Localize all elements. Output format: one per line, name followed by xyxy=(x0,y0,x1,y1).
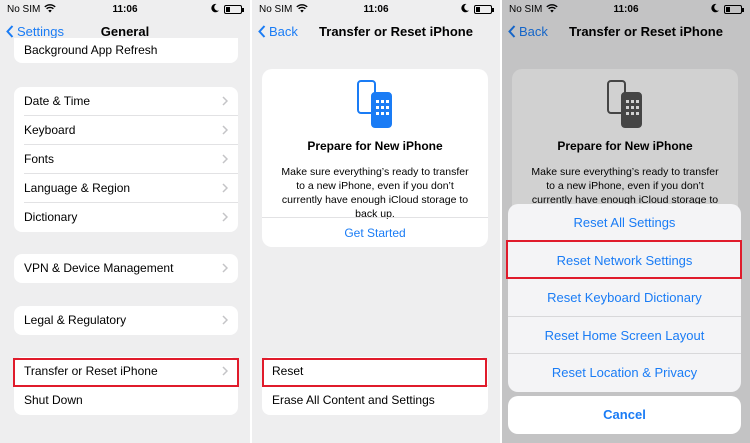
list-item[interactable]: Keyboard xyxy=(24,116,238,145)
prepare-card: Prepare for New iPhone Make sure everyth… xyxy=(262,69,488,247)
chevron-right-icon xyxy=(222,212,228,222)
settings-group-a: Date & Time Keyboard Fonts Language & Re… xyxy=(14,87,238,232)
row-label: Dictionary xyxy=(24,210,78,224)
page-title: Transfer or Reset iPhone xyxy=(319,24,473,39)
row-label: Background App Refresh xyxy=(24,43,158,57)
highlight-box xyxy=(506,240,742,279)
settings-group-top: Background App Refresh xyxy=(14,38,238,63)
transfer-reset-panel: No SIM 11:06 Back Transfer or Reset iPho… xyxy=(252,0,500,443)
nav-bar: Back Transfer or Reset iPhone xyxy=(252,20,500,44)
list-item[interactable]: Background App Refresh xyxy=(24,38,238,63)
highlight-box xyxy=(262,358,487,387)
erase-row[interactable]: Erase All Content and Settings xyxy=(272,386,488,415)
row-label: Keyboard xyxy=(24,123,76,137)
settings-group-b: VPN & Device Management xyxy=(14,254,238,283)
list-item[interactable]: Dictionary xyxy=(24,203,238,232)
row-label: VPN & Device Management xyxy=(24,261,174,275)
list-item[interactable]: Legal & Regulatory xyxy=(24,306,238,335)
chevron-right-icon xyxy=(222,96,228,106)
status-bar: No SIM 11:06 xyxy=(0,0,250,20)
battery-icon xyxy=(474,5,494,14)
status-bar: No SIM 11:06 xyxy=(252,0,500,20)
chevron-right-icon xyxy=(222,183,228,193)
reset-home-screen-layout-button[interactable]: Reset Home Screen Layout xyxy=(508,317,741,355)
chevron-right-icon xyxy=(222,154,228,164)
reset-keyboard-dictionary-button[interactable]: Reset Keyboard Dictionary xyxy=(508,279,741,317)
moon-icon xyxy=(461,3,469,13)
card-description: Make sure everything’s ready to transfer… xyxy=(281,166,469,220)
row-label: Date & Time xyxy=(24,94,91,108)
moon-icon xyxy=(211,3,219,13)
chevron-right-icon xyxy=(222,263,228,273)
get-started-button[interactable]: Get Started xyxy=(262,226,488,240)
highlight-box xyxy=(13,358,239,387)
shut-down-link[interactable]: Shut Down xyxy=(24,393,83,407)
shut-down-row[interactable]: Shut Down xyxy=(24,386,238,415)
battery-icon xyxy=(224,5,244,14)
reset-location-privacy-button[interactable]: Reset Location & Privacy xyxy=(508,354,741,392)
list-item[interactable]: VPN & Device Management xyxy=(24,254,238,283)
card-title: Prepare for New iPhone xyxy=(307,139,443,153)
divider xyxy=(262,217,488,218)
list-item[interactable]: Date & Time xyxy=(24,87,238,116)
chevron-left-icon xyxy=(258,25,266,38)
reset-action-sheet: Reset All Settings Reset Network Setting… xyxy=(508,204,741,392)
chevron-right-icon xyxy=(222,315,228,325)
row-label: Fonts xyxy=(24,152,55,166)
list-item[interactable]: Fonts xyxy=(24,145,238,174)
phones-icon xyxy=(357,80,392,128)
reset-options-panel: No SIM 11:06 Back Transfer or Reset iPho… xyxy=(502,0,750,443)
row-label: Language & Region xyxy=(24,181,131,195)
erase-link[interactable]: Erase All Content and Settings xyxy=(272,393,435,407)
list-item[interactable]: Language & Region xyxy=(24,174,238,203)
row-label: Legal & Regulatory xyxy=(24,313,127,327)
reset-all-settings-button[interactable]: Reset All Settings xyxy=(508,204,741,242)
chevron-right-icon xyxy=(222,125,228,135)
page-title: General xyxy=(100,24,150,39)
cancel-button[interactable]: Cancel xyxy=(508,396,741,434)
settings-group-c: Legal & Regulatory xyxy=(14,306,238,335)
general-settings-panel: No SIM 11:06 Settings General Background… xyxy=(0,0,250,443)
